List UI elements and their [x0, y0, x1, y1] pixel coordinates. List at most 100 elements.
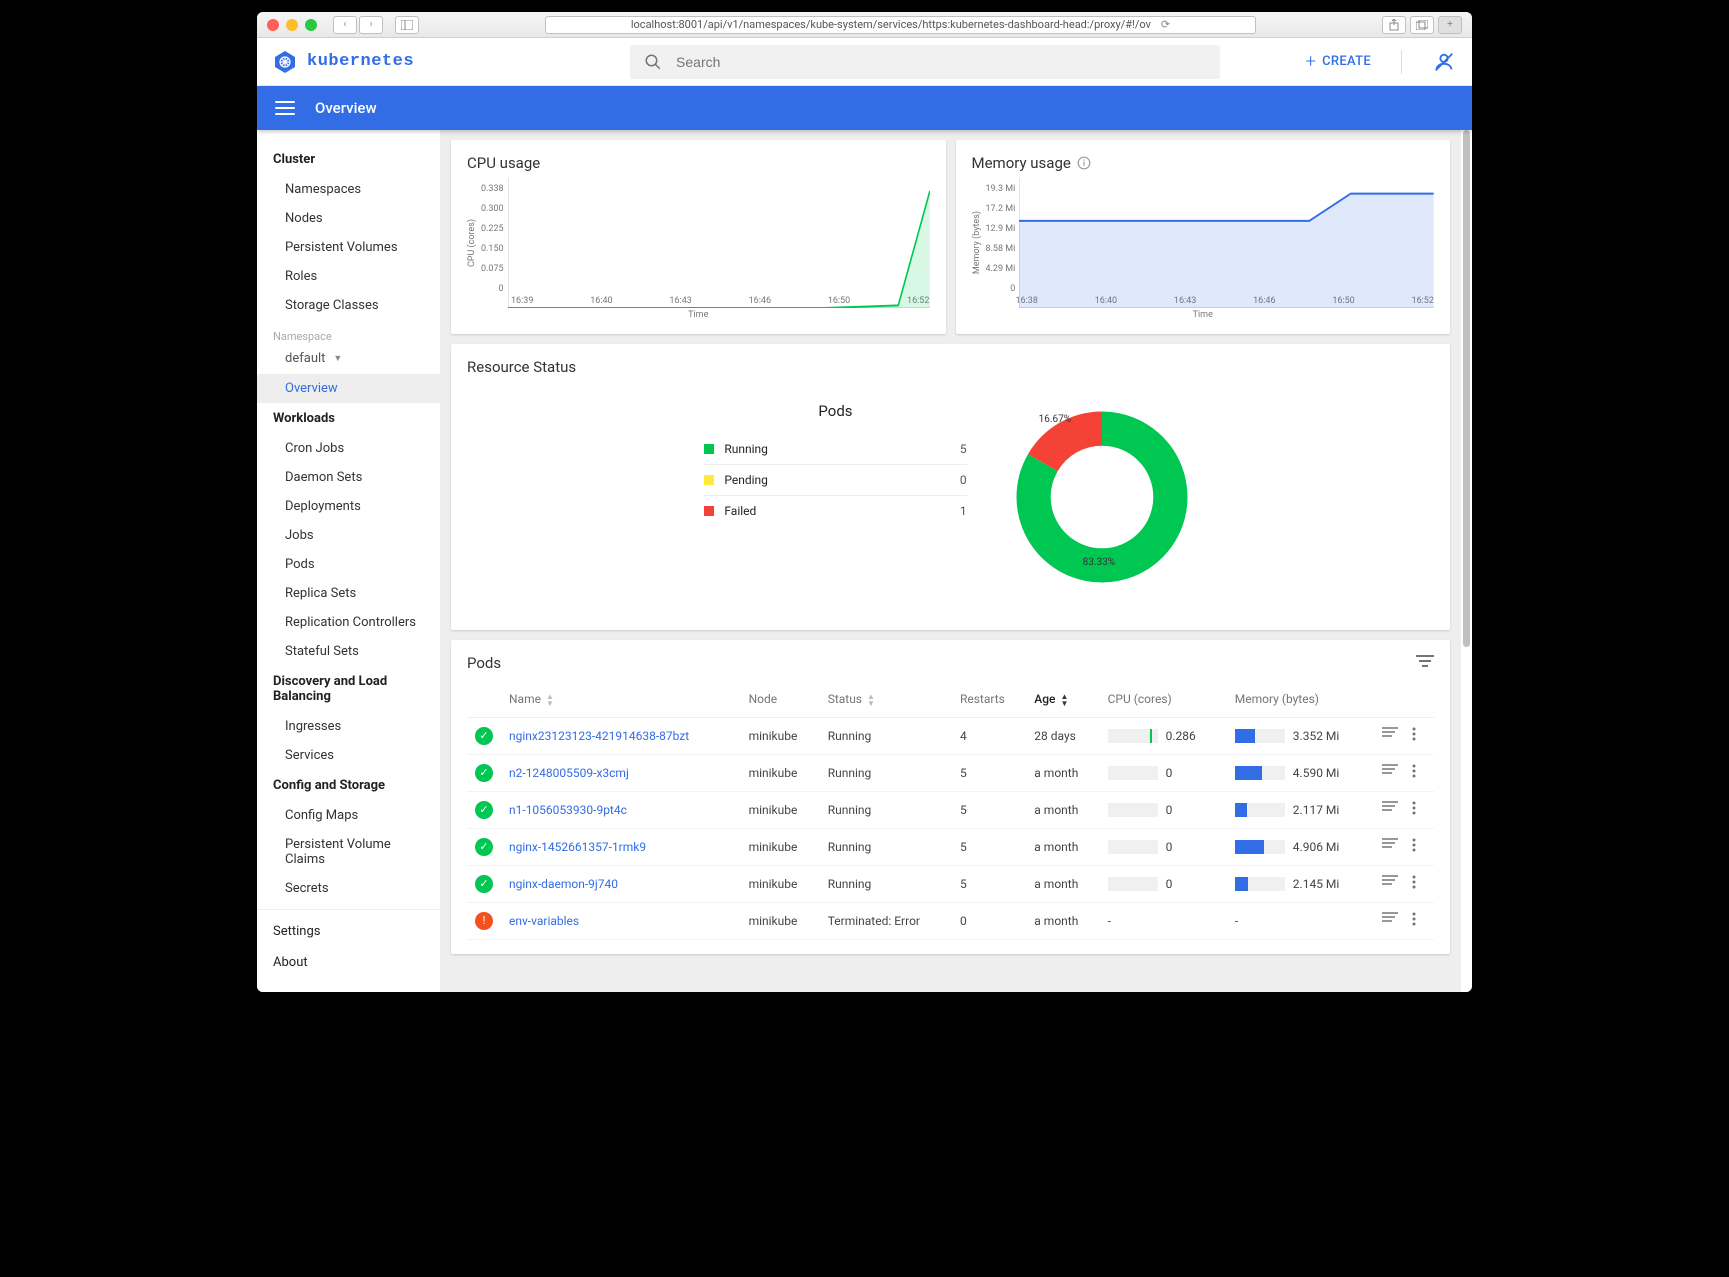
- maximize-window-button[interactable]: [305, 19, 317, 31]
- nav-forward-button[interactable]: ›: [359, 16, 383, 34]
- sidebar-item-cron-jobs[interactable]: Cron Jobs: [257, 434, 440, 463]
- info-icon[interactable]: [1077, 156, 1091, 170]
- search-input[interactable]: [676, 54, 1206, 70]
- table-row: ✓ nginx-daemon-9j740 minikube Running 5 …: [467, 865, 1434, 902]
- pod-name-link[interactable]: n2-1248005509-x3cmj: [509, 766, 629, 780]
- filter-icon[interactable]: [1416, 654, 1434, 672]
- sidebar-item-storage-classes[interactable]: Storage Classes: [257, 291, 440, 320]
- sidebar-item-roles[interactable]: Roles: [257, 262, 440, 291]
- scrollbar[interactable]: [1460, 130, 1472, 992]
- sidebar-item-nodes[interactable]: Nodes: [257, 204, 440, 233]
- minimize-window-button[interactable]: [286, 19, 298, 31]
- sidebar-heading-workloads[interactable]: Workloads: [257, 403, 440, 434]
- scrollbar-thumb[interactable]: [1463, 130, 1470, 647]
- col-cpu-cores-[interactable]: CPU (cores): [1100, 682, 1227, 717]
- new-tab-button[interactable]: +: [1438, 16, 1462, 34]
- pod-cpu: 0: [1100, 865, 1227, 902]
- pod-age: a month: [1026, 828, 1099, 865]
- sidebar-item-config-maps[interactable]: Config Maps: [257, 801, 440, 830]
- legend-row-failed: Failed1: [704, 496, 966, 526]
- pods-table: Name ▲▼Node Status ▲▼Restarts Age ▲▼CPU …: [467, 682, 1434, 940]
- logs-icon[interactable]: [1382, 875, 1398, 892]
- col-memory-bytes-[interactable]: Memory (bytes): [1227, 682, 1374, 717]
- pod-age: a month: [1026, 754, 1099, 791]
- legend-swatch: [704, 506, 714, 516]
- more-icon[interactable]: [1412, 727, 1416, 744]
- more-icon[interactable]: [1412, 875, 1416, 892]
- sidebar-item-pods[interactable]: Pods: [257, 550, 440, 579]
- sidebar-item-ingresses[interactable]: Ingresses: [257, 712, 440, 741]
- more-icon[interactable]: [1412, 764, 1416, 781]
- browser-chrome: ‹ › localhost:8001/api/v1/namespaces/kub…: [257, 12, 1472, 38]
- col-restarts[interactable]: Restarts: [952, 682, 1026, 717]
- sidebar-item-replication-controllers[interactable]: Replication Controllers: [257, 608, 440, 637]
- create-label: CREATE: [1322, 54, 1371, 69]
- sidebar-item-stateful-sets[interactable]: Stateful Sets: [257, 637, 440, 666]
- col-age[interactable]: Age ▲▼: [1026, 682, 1099, 717]
- more-icon[interactable]: [1412, 912, 1416, 929]
- sidebar-item-services[interactable]: Services: [257, 741, 440, 770]
- chevron-down-icon: ▼: [333, 353, 342, 364]
- nav-back-button[interactable]: ‹: [333, 16, 357, 34]
- sidebar-item-about[interactable]: About: [257, 947, 440, 978]
- sidebar-item-deployments[interactable]: Deployments: [257, 492, 440, 521]
- sidebar-heading-cluster[interactable]: Cluster: [257, 144, 440, 175]
- create-button[interactable]: + CREATE: [1306, 51, 1371, 72]
- pod-name-link[interactable]: nginx-daemon-9j740: [509, 877, 618, 891]
- sidebar-item-persistent-volumes[interactable]: Persistent Volumes: [257, 233, 440, 262]
- menu-button[interactable]: [275, 101, 295, 115]
- pod-name-link[interactable]: env-variables: [509, 914, 579, 928]
- more-icon[interactable]: [1412, 801, 1416, 818]
- status-title: Resource Status: [467, 358, 1434, 376]
- col-status[interactable]: Status ▲▼: [820, 682, 952, 717]
- col-node[interactable]: Node: [741, 682, 820, 717]
- sidebar-heading-discovery[interactable]: Discovery and Load Balancing: [257, 666, 440, 712]
- logs-icon[interactable]: [1382, 764, 1398, 781]
- sidebar-item-settings[interactable]: Settings: [257, 916, 440, 947]
- sidebar-heading-config[interactable]: Config and Storage: [257, 770, 440, 801]
- cpu-chart: [508, 178, 930, 308]
- resource-status-card: Resource Status Pods Running5Pending0Fai…: [451, 344, 1450, 630]
- sidebar-item-namespaces[interactable]: Namespaces: [257, 175, 440, 204]
- sidebar: Cluster NamespacesNodesPersistent Volume…: [257, 130, 441, 992]
- status-indicator-icon: ✓: [475, 838, 493, 856]
- pod-name-link[interactable]: nginx23123123-421914638-87bzt: [509, 729, 689, 743]
- sidebar-item-daemon-sets[interactable]: Daemon Sets: [257, 463, 440, 492]
- mem-ylabel: Memory (bytes): [972, 211, 982, 274]
- logs-icon[interactable]: [1382, 838, 1398, 855]
- pod-name-link[interactable]: n1-1056053930-9pt4c: [509, 803, 627, 817]
- sidebar-item-jobs[interactable]: Jobs: [257, 521, 440, 550]
- url-bar[interactable]: localhost:8001/api/v1/namespaces/kube-sy…: [545, 16, 1256, 34]
- more-icon[interactable]: [1412, 838, 1416, 855]
- pod-memory: 2.117 Mi: [1227, 791, 1374, 828]
- pod-node: minikube: [741, 828, 820, 865]
- cpu-ylabel: CPU (cores): [467, 219, 477, 267]
- logs-icon[interactable]: [1382, 727, 1398, 744]
- tabs-button[interactable]: [1410, 16, 1434, 34]
- pod-restarts: 5: [952, 828, 1026, 865]
- col-name[interactable]: Name ▲▼: [501, 682, 741, 717]
- sidebar-item-overview[interactable]: Overview: [257, 374, 440, 403]
- pod-cpu: 0: [1100, 754, 1227, 791]
- sidebar-toggle-button[interactable]: [395, 16, 419, 34]
- pod-age: a month: [1026, 902, 1099, 939]
- pod-name-link[interactable]: nginx-1452661357-1rmk9: [509, 840, 646, 854]
- pod-restarts: 5: [952, 791, 1026, 828]
- kubernetes-logo-icon: [273, 50, 297, 74]
- cpu-y-axis: 0.3380.3000.2250.1500.0750: [481, 178, 508, 308]
- user-icon[interactable]: [1432, 50, 1456, 74]
- logo[interactable]: kubernetes: [273, 50, 414, 74]
- share-button[interactable]: [1382, 16, 1406, 34]
- legend-row-running: Running5: [704, 434, 966, 465]
- logs-icon[interactable]: [1382, 801, 1398, 818]
- sidebar-item-secrets[interactable]: Secrets: [257, 874, 440, 903]
- section-bar: Overview: [257, 86, 1472, 130]
- sidebar-item-replica-sets[interactable]: Replica Sets: [257, 579, 440, 608]
- sidebar-item-persistent-volume-claims[interactable]: Persistent Volume Claims: [257, 830, 440, 874]
- logs-icon[interactable]: [1382, 912, 1398, 929]
- namespace-selector[interactable]: default ▼: [257, 347, 440, 374]
- close-window-button[interactable]: [267, 19, 279, 31]
- search-field[interactable]: [630, 45, 1220, 79]
- reload-icon[interactable]: ⟳: [1161, 18, 1170, 31]
- pod-age: 28 days: [1026, 717, 1099, 754]
